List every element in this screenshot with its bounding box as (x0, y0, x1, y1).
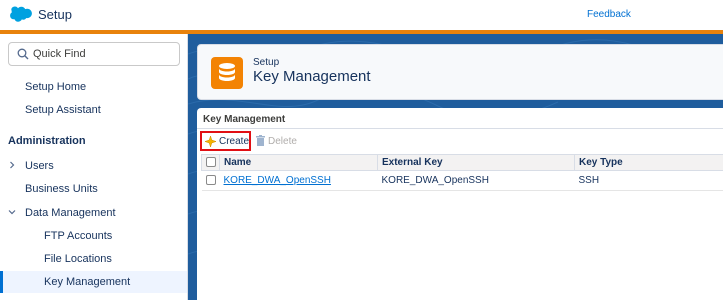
section-title: Key Management (203, 114, 286, 125)
create-button-label: Create (219, 136, 250, 147)
table-header-row: Name External Key Key Type (201, 154, 723, 171)
row-select-cell (201, 170, 220, 191)
sidebar-item-label: Business Units (25, 183, 98, 195)
external-key-cell: KORE_DWA_OpenSSH (377, 170, 575, 191)
trash-icon (256, 135, 265, 146)
table-row: KORE_DWA_OpenSSH KORE_DWA_OpenSSH SSH (201, 170, 723, 191)
sidebar-item-data-management[interactable]: Data Management (0, 202, 187, 224)
app-title: Setup (38, 7, 72, 22)
database-icon (211, 57, 243, 89)
sidebar-item-label: File Locations (44, 253, 112, 265)
column-header-name[interactable]: Name (219, 154, 378, 171)
key-management-panel: Key Management Create Delete Name Extern… (197, 108, 723, 300)
breadcrumb[interactable]: Setup (253, 57, 279, 68)
key-name-link[interactable]: KORE_DWA_OpenSSH (224, 175, 331, 186)
main-content: Setup Key Management Key Management Crea… (188, 34, 723, 300)
select-all-cell (201, 154, 220, 171)
column-header-key-type[interactable]: Key Type (574, 154, 723, 171)
sidebar-item-file-locations[interactable]: File Locations (0, 248, 187, 270)
key-type-cell: SSH (574, 170, 723, 191)
sparkle-icon (205, 136, 216, 147)
quick-find-input[interactable] (33, 46, 173, 62)
chevron-right-icon (10, 161, 15, 169)
column-header-external-key[interactable]: External Key (377, 154, 575, 171)
search-icon (17, 48, 29, 60)
sidebar-item-users[interactable]: Users (0, 155, 187, 177)
setup-sidebar: Setup Home Setup Assistant Administratio… (0, 34, 188, 300)
delete-button-label: Delete (268, 136, 297, 147)
feedback-link[interactable]: Feedback (587, 9, 631, 20)
sidebar-item-setup-assistant[interactable]: Setup Assistant (0, 99, 187, 121)
sidebar-item-setup-home[interactable]: Setup Home (0, 76, 187, 98)
global-header: Setup Feedback (0, 0, 723, 30)
divider (197, 128, 723, 129)
sidebar-item-label: FTP Accounts (44, 230, 113, 242)
sidebar-item-label: Setup Home (25, 81, 87, 93)
keys-table: Name External Key Key Type KORE_DWA_Open… (201, 154, 723, 191)
quick-find-box[interactable] (8, 42, 180, 66)
name-cell: KORE_DWA_OpenSSH (219, 170, 378, 191)
sidebar-item-label: Key Management (44, 276, 131, 288)
sidebar-item-label: Data Management (25, 207, 116, 219)
sidebar-item-business-units[interactable]: Business Units (0, 178, 187, 200)
sidebar-item-label: Users (25, 160, 54, 172)
chevron-down-icon (8, 210, 16, 215)
create-button[interactable]: Create (200, 131, 251, 151)
sidebar-item-label: Setup Assistant (25, 104, 101, 116)
page-title: Key Management (253, 68, 371, 85)
page-header: Setup Key Management (197, 44, 723, 100)
sidebar-item-ftp-accounts[interactable]: FTP Accounts (0, 225, 187, 247)
sidebar-section-heading: Administration (8, 135, 86, 147)
salesforce-cloud-icon[interactable] (8, 6, 32, 23)
select-all-checkbox[interactable] (205, 157, 216, 168)
row-checkbox[interactable] (205, 175, 216, 186)
sidebar-item-key-management[interactable]: Key Management (0, 271, 187, 293)
delete-button[interactable]: Delete (256, 131, 308, 151)
